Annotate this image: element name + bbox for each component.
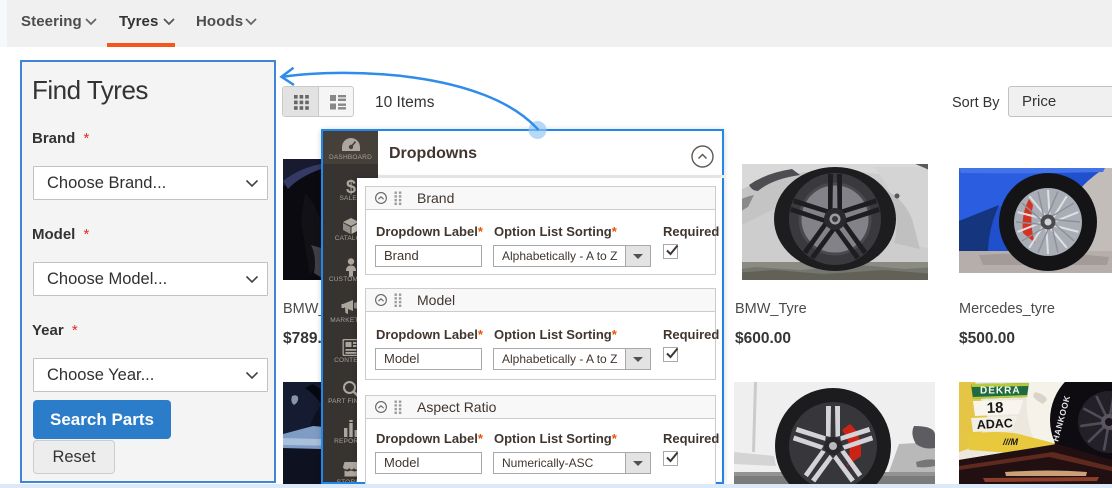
svg-text:$: $	[345, 177, 355, 197]
svg-text:ADAC: ADAC	[976, 416, 1013, 432]
svg-text:DEKRA: DEKRA	[980, 386, 1021, 397]
svg-text:///M: ///M	[1002, 437, 1019, 447]
svg-text:18: 18	[986, 399, 1004, 417]
